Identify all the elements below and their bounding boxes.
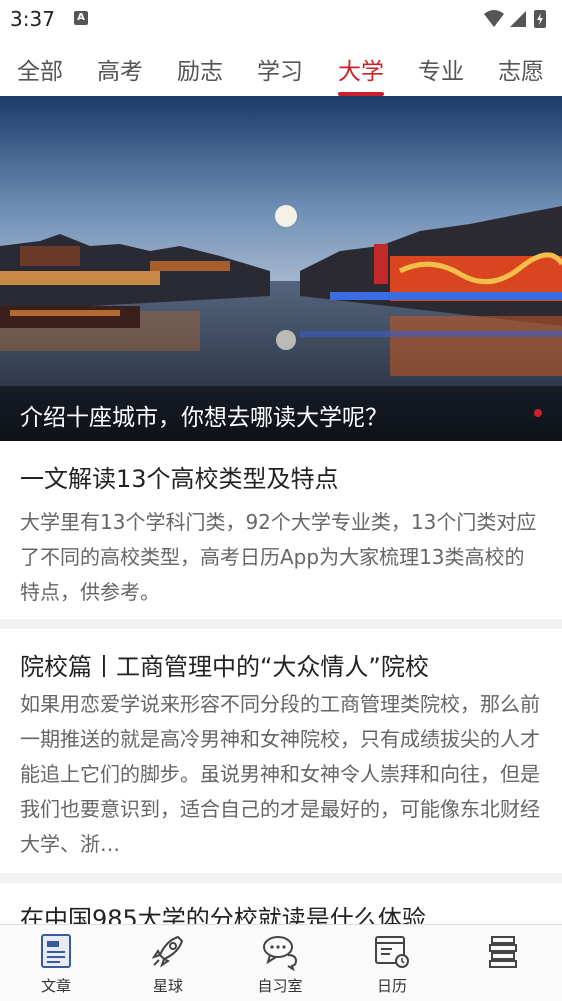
hero-caption: 介绍十座城市，你想去哪读大学呢？ [20, 405, 388, 431]
tab-university[interactable]: 大学 [329, 52, 393, 86]
tab-all[interactable]: 全部 [8, 52, 72, 86]
article-title: 院校篇丨工商管理中的“大众情人”院校 [20, 653, 429, 681]
nav-item-planet[interactable]: 星球 [112, 925, 224, 1001]
chat-bubbles-icon [263, 936, 298, 971]
nav-label: 文章 [40, 977, 71, 995]
article-title: 一文解读13个高校类型及特点 [20, 465, 339, 493]
article-card[interactable]: 院校篇丨工商管理中的“大众情人”院校 如果用恋爱学说来形容不同分段的工商管理类院… [0, 629, 562, 873]
article-icon [41, 934, 71, 968]
rocket-icon [151, 935, 184, 968]
nav-label: 星球 [152, 977, 183, 995]
status-bar: 3:37 A [0, 0, 562, 38]
tab-major[interactable]: 专业 [409, 52, 473, 86]
tab-application[interactable]: 志愿 [489, 52, 553, 86]
hero-banner[interactable]: 介绍十座城市，你想去哪读大学呢？ [0, 96, 562, 441]
article-title: 在中国985大学的分校就读是什么体验 [20, 905, 426, 924]
hero-caption-bar: 介绍十座城市，你想去哪读大学呢？ [0, 386, 562, 441]
article-summary: 大学里有13个学科门类，92个大学专业类，13个门类对应了不同的高校类型，高考日… [20, 510, 537, 604]
category-tabs: 全部 高考 励志 学习 大学 专业 志愿 [0, 38, 562, 96]
bottom-nav: 文章 星球 自习室 日历 [0, 924, 562, 1001]
notification-icon: A [74, 11, 88, 25]
calendar-icon [375, 936, 409, 968]
signal-icon [510, 11, 526, 27]
carousel-indicator [534, 409, 542, 417]
nav-item-calendar[interactable]: 日历 [336, 925, 448, 1001]
nav-item-study-room[interactable]: 自习室 [224, 925, 336, 1001]
tab-gaokao[interactable]: 高考 [88, 52, 152, 86]
article-card[interactable]: 一文解读13个高校类型及特点 大学里有13个学科门类，92个大学专业类，13个门… [0, 441, 562, 619]
tab-inspiration[interactable]: 励志 [168, 52, 232, 86]
article-card[interactable]: 在中国985大学的分校就读是什么体验 [0, 883, 562, 924]
tab-study[interactable]: 学习 [248, 52, 312, 86]
nav-label: 日历 [376, 977, 407, 995]
status-icons [482, 8, 552, 34]
wifi-icon [484, 10, 504, 27]
nav-item-books[interactable] [448, 925, 560, 1001]
article-summary: 如果用恋爱学说来形容不同分段的工商管理类院校，那么前一期推送的就是高冷男神和女神… [20, 692, 540, 856]
nav-item-article[interactable]: 文章 [0, 925, 112, 1001]
nav-label: 自习室 [257, 977, 303, 995]
books-icon [489, 936, 517, 968]
status-time: 3:37 [10, 7, 55, 31]
